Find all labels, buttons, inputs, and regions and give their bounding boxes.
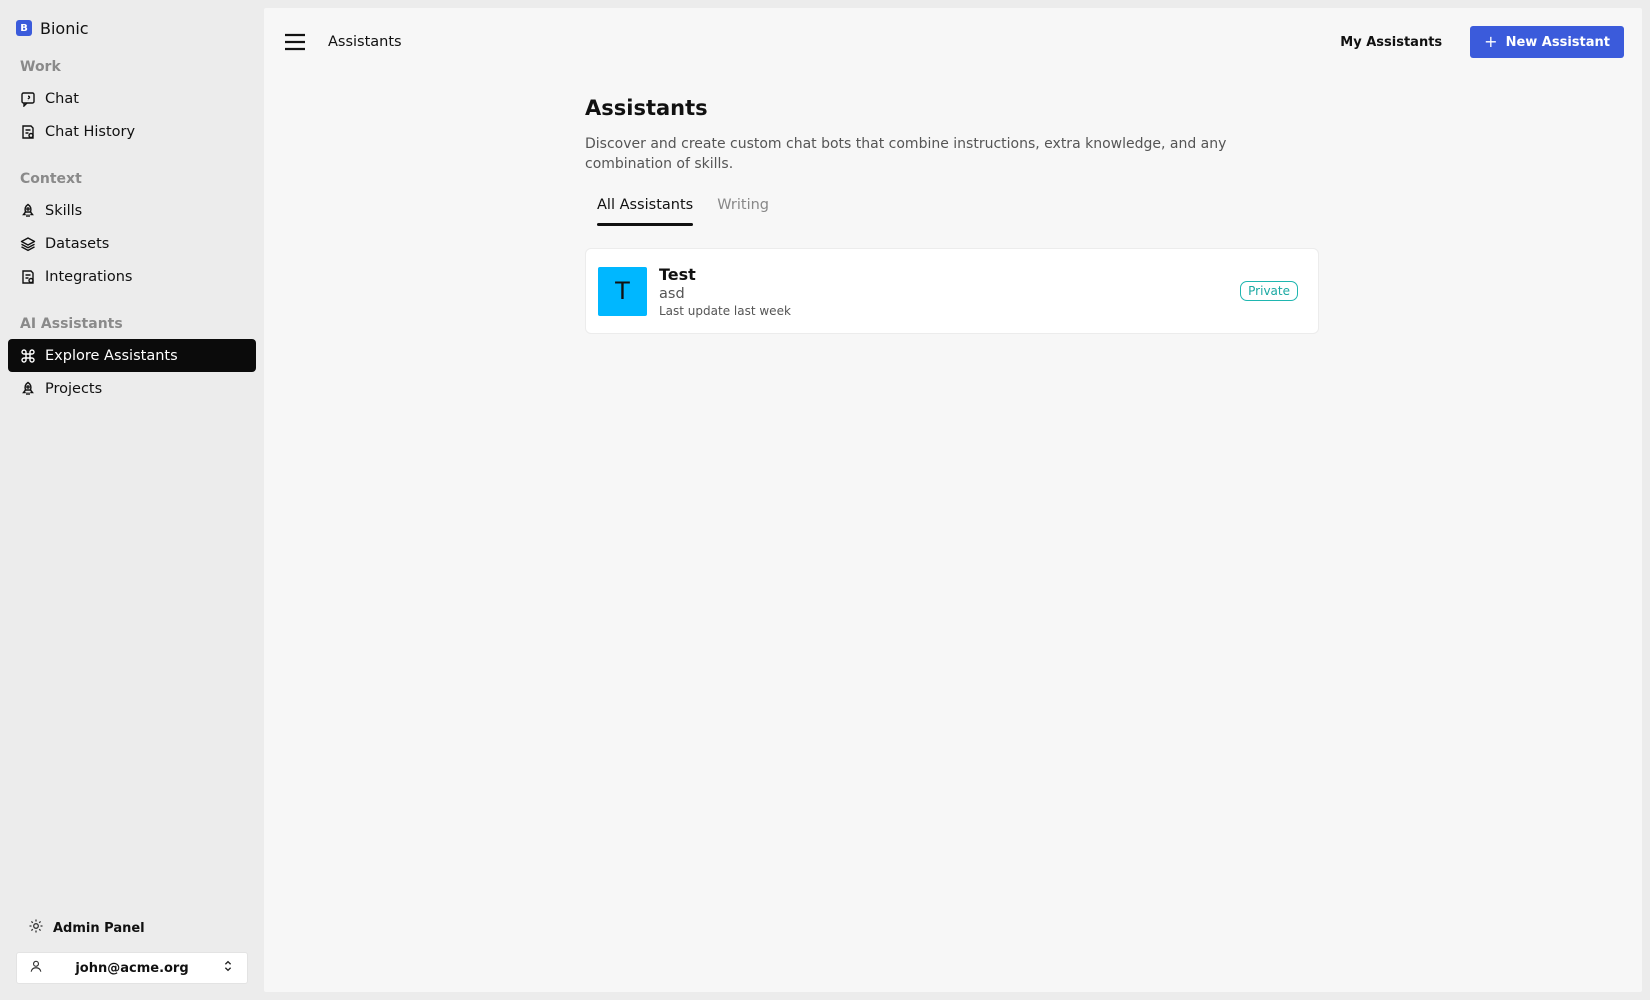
tab-all-assistants[interactable]: All Assistants: [597, 196, 694, 226]
menu-icon[interactable]: [282, 29, 308, 55]
topbar-actions: My Assistants + New Assistant: [1340, 26, 1624, 58]
nav-list-work: Chat Chat History: [0, 82, 264, 148]
sidebar-item-label: Datasets: [45, 235, 110, 252]
sidebar-item-chat[interactable]: Chat: [8, 82, 256, 115]
assistant-last-update: Last update last week: [659, 303, 791, 318]
gear-icon: [28, 918, 44, 938]
new-assistant-button[interactable]: + New Assistant: [1470, 26, 1624, 58]
user-email: john@acme.org: [75, 960, 189, 976]
integrations-icon: [20, 269, 36, 285]
brand-name: Bionic: [40, 18, 89, 38]
sidebar-item-label: Integrations: [45, 268, 133, 285]
sidebar-item-label: Chat History: [45, 123, 136, 140]
layers-icon: [20, 236, 36, 252]
nav-list-context: Skills Datasets Integrations: [0, 194, 264, 293]
tab-writing[interactable]: Writing: [717, 196, 769, 226]
tabs: All Assistants Writing: [585, 196, 1285, 226]
page-description: Discover and create custom chat bots tha…: [585, 136, 1227, 172]
rocket-icon: [20, 203, 36, 219]
rocket-icon: [20, 381, 36, 397]
sidebar: B Bionic Work Chat Chat History Context: [0, 0, 264, 1000]
sidebar-item-integrations[interactable]: Integrations: [8, 260, 256, 293]
section-title-context: Context: [20, 171, 82, 187]
content: Assistants Discover and create custom ch…: [585, 96, 1319, 334]
page-title: Assistants: [585, 96, 708, 120]
app: B Bionic Work Chat Chat History Context: [0, 0, 1650, 1000]
sidebar-item-explore-assistants[interactable]: Explore Assistants: [8, 339, 256, 372]
section-title-work: Work: [20, 59, 61, 75]
admin-panel-link[interactable]: Admin Panel: [0, 912, 264, 944]
new-assistant-label: New Assistant: [1505, 34, 1610, 50]
sidebar-item-chat-history[interactable]: Chat History: [8, 115, 256, 148]
status-badge: Private: [1240, 281, 1298, 301]
admin-panel-label: Admin Panel: [53, 920, 145, 936]
brand[interactable]: B Bionic: [0, 16, 264, 40]
user-icon: [29, 959, 43, 977]
assistant-title: Test: [659, 264, 696, 284]
sidebar-item-label: Explore Assistants: [45, 347, 178, 364]
chat-icon: [20, 91, 36, 107]
sidebar-item-datasets[interactable]: Datasets: [8, 227, 256, 260]
breadcrumb: Assistants: [328, 34, 402, 50]
sidebar-bottom: Admin Panel john@acme.org: [0, 912, 264, 984]
user-account-select[interactable]: john@acme.org: [16, 952, 248, 984]
sidebar-item-label: Projects: [45, 380, 103, 397]
history-icon: [20, 124, 36, 140]
chevron-up-down-icon: [221, 959, 235, 977]
plus-icon: +: [1484, 32, 1498, 51]
my-assistants-link[interactable]: My Assistants: [1340, 35, 1442, 50]
assistant-card[interactable]: T Test asd Last update last week Private: [585, 248, 1319, 334]
assistant-subtitle: asd: [659, 285, 685, 302]
topbar: Assistants My Assistants + New Assistant: [264, 8, 1642, 76]
command-icon: [20, 348, 36, 364]
nav-list-ai-assistants: Explore Assistants Projects: [0, 339, 264, 405]
sidebar-item-skills[interactable]: Skills: [8, 194, 256, 227]
section-title-ai-assistants: AI Assistants: [20, 316, 123, 332]
sidebar-item-label: Skills: [45, 202, 83, 219]
sidebar-item-projects[interactable]: Projects: [8, 372, 256, 405]
sidebar-item-label: Chat: [45, 90, 79, 107]
avatar: T: [598, 266, 647, 316]
main-panel: Assistants My Assistants + New Assistant…: [264, 8, 1642, 992]
assistant-card-text: Test asd Last update last week: [659, 265, 791, 318]
brand-logo: B: [16, 20, 32, 36]
